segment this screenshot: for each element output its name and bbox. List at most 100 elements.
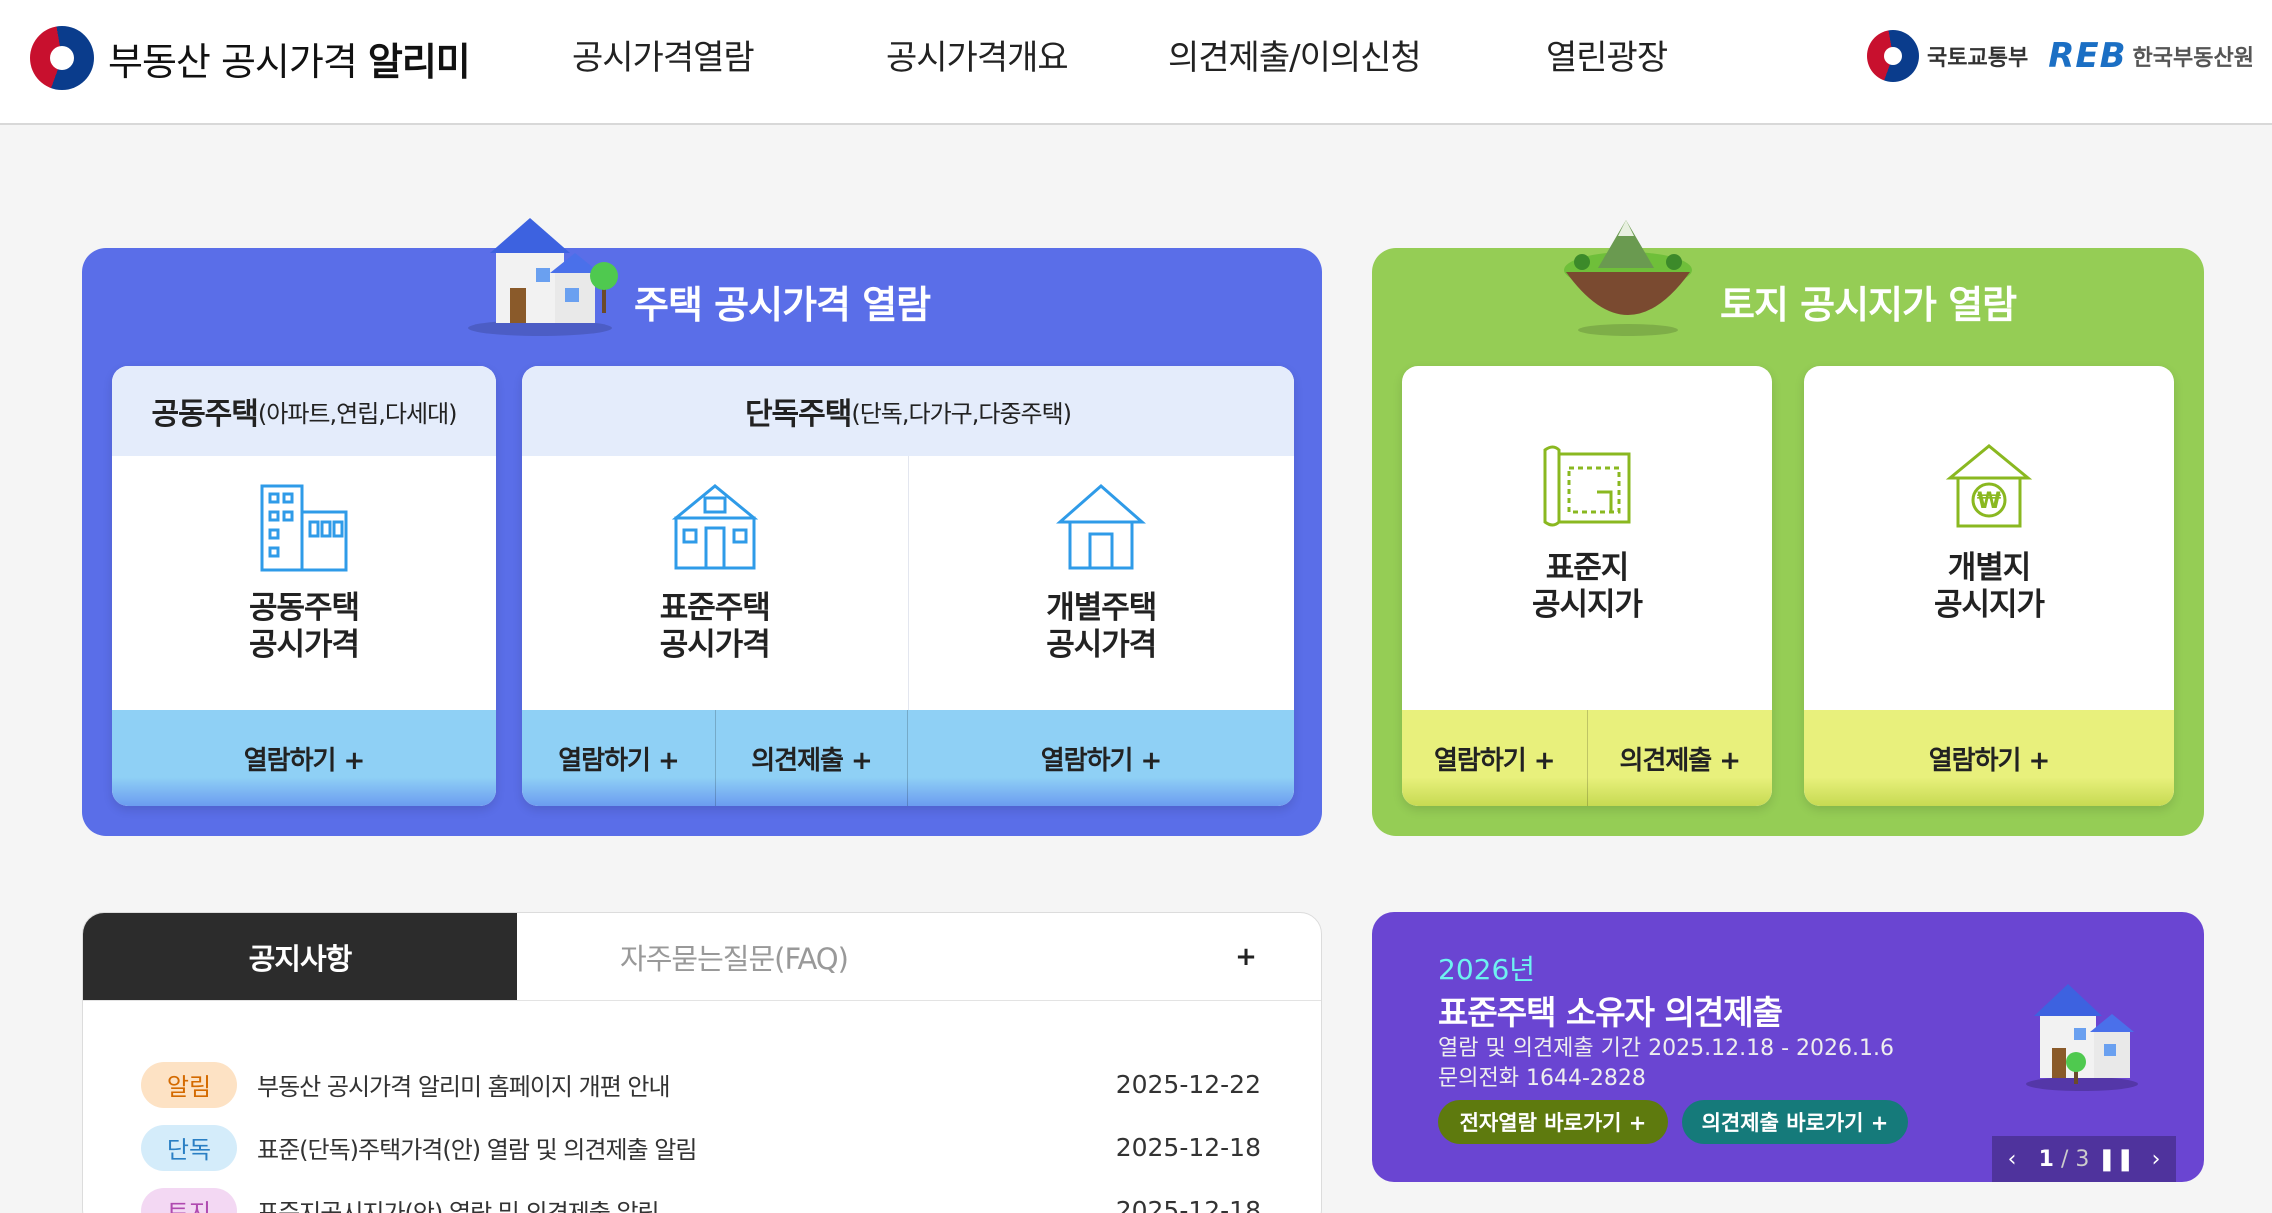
- chevron-left-icon[interactable]: ‹: [1992, 1136, 2032, 1182]
- nav-open-forum[interactable]: 열린광장: [1546, 30, 1668, 79]
- apartment-label: 공동주택 공시가격: [248, 590, 360, 664]
- apartment-card-foot: 열람하기 +: [112, 710, 496, 806]
- tab-faq[interactable]: 자주묻는질문(FAQ): [517, 913, 951, 1000]
- list-item[interactable]: 토지 표준지공시지가(안) 열람 및 의견제출 알림 2025-12-18: [141, 1179, 1261, 1213]
- land-price-panel: 토지 공시지가 열람 표준지 공시지가 열람하기 + 의견제출 + ₩ 개별지 …: [1372, 220, 2204, 836]
- individual-house-view-button[interactable]: 열람하기 +: [908, 710, 1294, 806]
- nav-opinion-objection[interactable]: 의견제출/이의신청: [1168, 30, 1422, 79]
- individual-land-label: 개별지 공시지가: [1933, 550, 2045, 624]
- svg-text:₩: ₩: [1977, 489, 2001, 514]
- house-price-panel: 주택 공시가격 열람 공동주택 (아파트,연립,다세대) 공동주택 공시가격 열람하…: [82, 218, 1322, 836]
- molit-name: 국토교통부: [1927, 46, 2029, 71]
- standard-land-opinion-button[interactable]: 의견제출 +: [1587, 710, 1772, 806]
- apartment-label-line1: 공동주택: [248, 590, 360, 626]
- standard-land-body: 표준지 공시지가: [1402, 366, 1772, 710]
- promo-banner: 2026년 표준주택 소유자 의견제출 열람 및 의견제출 기간 2025.12…: [1372, 912, 2204, 1182]
- notice-list: 알림 부동산 공시가격 알리미 홈페이지 개편 안내 2025-12-22 단독…: [83, 1001, 1321, 1213]
- page-total: / 3: [2060, 1146, 2090, 1172]
- apartment-head-sub: (아파트,연립,다세대): [257, 399, 458, 428]
- banner-pager: ‹ 1 / 3 ❚❚ ›: [1992, 1136, 2176, 1182]
- land-map-icon: [1543, 445, 1631, 527]
- won-house-icon: ₩: [1945, 444, 2033, 528]
- apartment-view-button[interactable]: 열람하기 +: [112, 710, 496, 806]
- e-view-shortcut-button[interactable]: 전자열람 바로가기 +: [1438, 1100, 1668, 1144]
- house-panel-title: 주택 공시가격 열람: [634, 283, 931, 327]
- notice-tabs: 공지사항 자주묻는질문(FAQ) +: [83, 913, 1321, 1001]
- banner-phone: 문의전화 1644-2828: [1438, 1066, 1646, 1091]
- list-item-date: 2025-12-18: [1115, 1196, 1261, 1213]
- standard-land-view-button[interactable]: 열람하기 +: [1402, 710, 1588, 806]
- detached-head-bold: 단독주택: [744, 397, 852, 432]
- list-item-title[interactable]: 표준지공시지가(안) 열람 및 의견제출 알림: [257, 1193, 1116, 1213]
- taegeuk-logo-icon: [30, 26, 94, 90]
- floating-island-icon: [1564, 220, 1692, 336]
- individual-land-view-button[interactable]: 열람하기 +: [1804, 710, 2174, 806]
- banner-year: 2026년: [1438, 953, 1536, 986]
- apartment-head-bold: 공동주택: [151, 397, 258, 432]
- individual-house-label: 개별주택 공시가격: [1046, 590, 1157, 664]
- banner-house-icon: [2026, 984, 2138, 1091]
- detached-card-body: 표준주택 공시가격 개별주택 공시가격: [522, 456, 1294, 710]
- individual-house-line1: 개별주택: [1046, 590, 1157, 626]
- reb-logo-icon: REB: [2048, 36, 2127, 76]
- apartment-card-head: 공동주택 (아파트,연립,다세대): [112, 366, 496, 456]
- individual-house-item[interactable]: 개별주택 공시가격: [909, 456, 1295, 710]
- page-current: 1: [2038, 1146, 2054, 1172]
- opinion-shortcut-button[interactable]: 의견제출 바로가기 +: [1682, 1100, 1908, 1144]
- list-item-title[interactable]: 부동산 공시가격 알리미 홈페이지 개편 안내: [257, 1067, 1116, 1102]
- more-button[interactable]: +: [1171, 913, 1321, 1000]
- standard-land-item[interactable]: 표준지 공시지가: [1402, 366, 1772, 710]
- nav-price-view[interactable]: 공시가격열람: [572, 30, 755, 79]
- standard-house-view-button[interactable]: 열람하기 +: [522, 710, 716, 806]
- individual-land-line1: 개별지: [1947, 550, 2032, 586]
- land-panel-title: 토지 공시지가 열람: [1720, 283, 2017, 327]
- apartment-card-body: 공동주택 공시가격: [112, 456, 496, 710]
- individual-land-item[interactable]: ₩ 개별지 공시지가: [1804, 366, 2174, 710]
- house-illustration-icon: [468, 218, 618, 336]
- standard-house-opinion-button[interactable]: 의견제출 +: [716, 710, 908, 806]
- standard-land-line1: 표준지: [1545, 550, 1630, 586]
- standard-house-label: 표준주택 공시가격: [659, 590, 771, 664]
- site-logo[interactable]: 부동산 공시가격 알리미: [30, 26, 471, 90]
- list-item[interactable]: 알림 부동산 공시가격 알리미 홈페이지 개편 안내 2025-12-22: [141, 1053, 1261, 1116]
- individual-house-line2: 공시가격: [1046, 627, 1157, 664]
- reb-link[interactable]: REB 한국부동산원: [2048, 36, 2254, 76]
- molit-link[interactable]: 국토교통부: [1867, 30, 2028, 82]
- standard-house-icon: [671, 484, 758, 570]
- standard-house-item[interactable]: 표준주택 공시가격: [522, 456, 909, 710]
- nav-price-overview[interactable]: 공시가격개요: [886, 30, 1069, 79]
- land-badge: 토지: [141, 1187, 237, 1213]
- page-indicator: 1 / 3: [2032, 1136, 2096, 1182]
- site-header: 부동산 공시가격 알리미 공시가격열람 공시가격개요 의견제출/이의신청 열린광…: [0, 0, 2272, 125]
- notice-board: 공지사항 자주묻는질문(FAQ) + 알림 부동산 공시가격 알리미 홈페이지 …: [82, 912, 1322, 1213]
- list-item-date: 2025-12-18: [1115, 1133, 1261, 1162]
- logo-text-prefix: 부동산 공시가격: [108, 39, 368, 84]
- individual-land-body: ₩ 개별지 공시지가: [1804, 366, 2174, 710]
- individual-land-line2: 공시지가: [1933, 587, 2045, 624]
- apartment-price-item[interactable]: 공동주택 공시가격: [112, 456, 496, 710]
- standard-land-card: 표준지 공시지가 열람하기 + 의견제출 +: [1402, 366, 1772, 806]
- standard-land-foot: 열람하기 + 의견제출 +: [1402, 710, 1772, 806]
- standard-house-line1: 표준주택: [659, 590, 771, 626]
- tab-notice[interactable]: 공지사항: [83, 913, 517, 1000]
- detached-card-head: 단독주택 (단독,다가구,다중주택): [522, 366, 1294, 456]
- list-item[interactable]: 단독 표준(단독)주택가격(안) 열람 및 의견제출 알림 2025-12-18: [141, 1116, 1261, 1179]
- standard-land-label: 표준지 공시지가: [1531, 550, 1643, 624]
- house-icon: [1056, 484, 1147, 570]
- standard-land-line2: 공시지가: [1531, 587, 1643, 624]
- molit-logo-icon: [1867, 30, 1920, 82]
- reb-name: 한국부동산원: [2132, 46, 2254, 71]
- detached-card: 단독주택 (단독,다가구,다중주택) 표준주택 공시가격 개별주택 공시가격 열…: [522, 366, 1294, 806]
- list-item-title[interactable]: 표준(단독)주택가격(안) 열람 및 의견제출 알림: [257, 1130, 1116, 1165]
- apartment-card: 공동주택 (아파트,연립,다세대) 공동주택 공시가격 열람하기 +: [112, 366, 496, 806]
- individual-land-foot: 열람하기 +: [1804, 710, 2174, 806]
- logo-text: 부동산 공시가격 알리미: [108, 31, 471, 86]
- apartment-building-icon: [260, 484, 348, 572]
- individual-land-card: ₩ 개별지 공시지가 열람하기 +: [1804, 366, 2174, 806]
- detached-head-sub: (단독,다가구,다중주택): [851, 399, 1072, 428]
- notice-badge: 알림: [141, 1061, 237, 1108]
- chevron-right-icon[interactable]: ›: [2136, 1136, 2176, 1182]
- pause-icon[interactable]: ❚❚: [2096, 1136, 2136, 1182]
- detached-card-foot: 열람하기 + 의견제출 + 열람하기 +: [522, 710, 1294, 806]
- standard-house-line2: 공시가격: [659, 627, 771, 664]
